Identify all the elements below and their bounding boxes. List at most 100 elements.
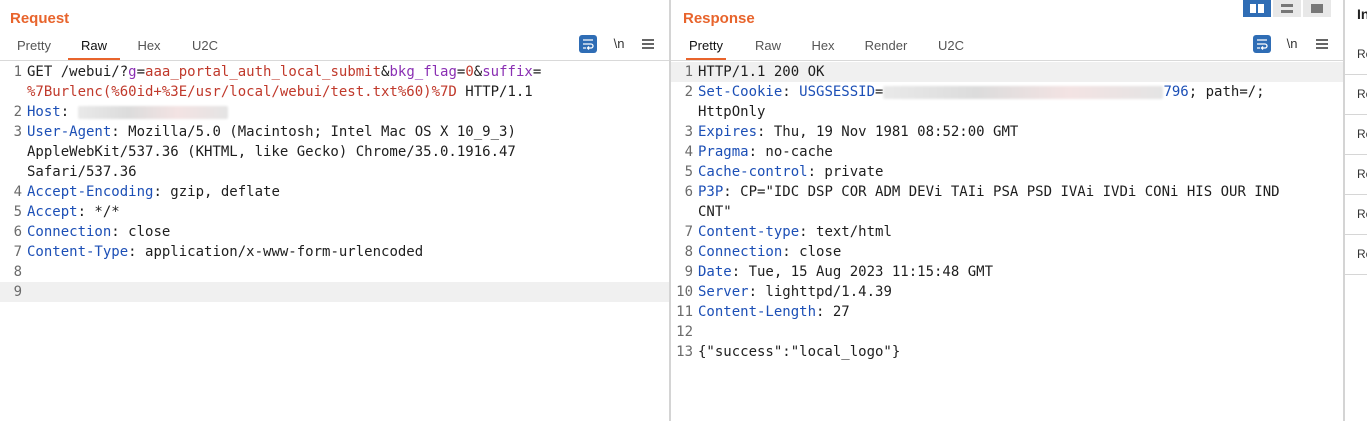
response-tab-hex[interactable]: Hex bbox=[810, 36, 836, 58]
inspector-row[interactable]: Re bbox=[1345, 35, 1367, 75]
code-line[interactable]: 7 Content-type: text/html bbox=[671, 222, 1343, 242]
code-line[interactable]: 1 GET /webui/?g=aaa_portal_auth_local_sub… bbox=[0, 62, 669, 82]
code-line[interactable]: 8 Connection: close bbox=[671, 242, 1343, 262]
show-newlines-icon[interactable]: \n bbox=[610, 35, 628, 53]
code-line[interactable]: 1 HTTP/1.1 200 OK bbox=[671, 62, 1343, 82]
request-tab-raw[interactable]: Raw bbox=[68, 36, 120, 60]
code-line[interactable]: 4 Pragma: no-cache bbox=[671, 142, 1343, 162]
code-token: : */* bbox=[77, 204, 120, 220]
inspector-title: In bbox=[1357, 6, 1367, 22]
layout-tabs-icon[interactable] bbox=[1303, 0, 1331, 17]
code-token: : text/html bbox=[799, 224, 892, 240]
code-line[interactable]: Safari/537.36 bbox=[0, 162, 669, 182]
menu-icon[interactable] bbox=[1313, 35, 1331, 53]
inspector-row[interactable]: Re bbox=[1345, 75, 1367, 115]
header-name: Accept bbox=[27, 204, 78, 220]
code-token: : close bbox=[782, 244, 842, 260]
line-number: 3 bbox=[684, 124, 693, 140]
layout-side-by-side-icon[interactable] bbox=[1243, 0, 1271, 17]
inspector-row-label: Re bbox=[1357, 247, 1367, 261]
response-tab-pretty[interactable]: Pretty bbox=[686, 36, 726, 60]
line-number: 1 bbox=[13, 64, 22, 80]
code-line[interactable]: CNT" bbox=[671, 202, 1343, 222]
line-number: 9 bbox=[13, 284, 22, 300]
request-pane: Request Pretty Raw Hex U2C \n 1 GET /webu… bbox=[0, 0, 669, 421]
code-line[interactable]: 12 bbox=[671, 322, 1343, 342]
header-name: Expires bbox=[698, 124, 758, 140]
code-line[interactable]: 4 Accept-Encoding: gzip, deflate bbox=[0, 182, 669, 202]
code-line[interactable]: AppleWebKit/537.36 (KHTML, like Gecko) C… bbox=[0, 142, 669, 162]
code-line[interactable]: 7 Content-Type: application/x-www-form-ur… bbox=[0, 242, 669, 262]
redacted-value bbox=[883, 85, 1164, 99]
response-tab-raw[interactable]: Raw bbox=[755, 36, 781, 58]
header-name: Connection bbox=[27, 224, 112, 240]
code-line[interactable]: 3 Expires: Thu, 19 Nov 1981 08:52:00 GMT bbox=[671, 122, 1343, 142]
code-text: User-Agent: Mozilla/5.0 (Macintosh; Inte… bbox=[27, 122, 516, 142]
code-text: Accept: */* bbox=[27, 202, 120, 222]
header-name: Content-Length bbox=[698, 304, 817, 320]
line-number: 7 bbox=[684, 224, 693, 240]
code-text: Cache-control: private bbox=[698, 162, 883, 182]
code-line[interactable]: 3 User-Agent: Mozilla/5.0 (Macintosh; Int… bbox=[0, 122, 669, 142]
show-newlines-icon[interactable]: \n bbox=[1283, 35, 1301, 53]
code-token: AppleWebKit/537.36 (KHTML, like Gecko) C… bbox=[27, 144, 516, 160]
code-line[interactable]: 2 Host: bbox=[0, 102, 669, 122]
request-tab-u2c[interactable]: U2C bbox=[190, 36, 220, 58]
inspector-row[interactable]: Re bbox=[1345, 235, 1367, 275]
code-line[interactable]: 6 Connection: close bbox=[0, 222, 669, 242]
menu-icon[interactable] bbox=[639, 35, 657, 53]
code-line[interactable]: HttpOnly bbox=[671, 102, 1343, 122]
code-text: GET /webui/?g=aaa_portal_auth_local_subm… bbox=[27, 62, 541, 82]
code-token: : lighttpd/1.4.39 bbox=[748, 284, 892, 300]
response-editor[interactable]: 1 HTTP/1.1 200 OK 2 Set-Cookie: USGSESSID= 7… bbox=[671, 62, 1343, 421]
code-text: Set-Cookie: USGSESSID= 796; path=/; bbox=[698, 82, 1265, 102]
code-line[interactable]: 5 Accept: */* bbox=[0, 202, 669, 222]
code-token: : 27 bbox=[816, 304, 850, 320]
code-line[interactable]: 8 bbox=[0, 262, 669, 282]
header-name: Content-type bbox=[698, 224, 800, 240]
request-editor[interactable]: 1 GET /webui/?g=aaa_portal_auth_local_sub… bbox=[0, 62, 669, 421]
word-wrap-icon[interactable] bbox=[579, 35, 597, 53]
line-number: 2 bbox=[13, 104, 22, 120]
line-number: 3 bbox=[13, 124, 22, 140]
response-tab-u2c[interactable]: U2C bbox=[936, 36, 966, 58]
inspector-row[interactable]: Re bbox=[1345, 195, 1367, 235]
layout-stacked-icon[interactable] bbox=[1273, 0, 1301, 17]
code-token: : gzip, deflate bbox=[153, 184, 280, 200]
code-text: HttpOnly bbox=[698, 102, 765, 122]
code-line[interactable]: 2 Set-Cookie: USGSESSID= 796; path=/; bbox=[671, 82, 1343, 102]
header-name: USGSESSID bbox=[799, 84, 876, 100]
header-name: Accept-Encoding bbox=[27, 184, 154, 200]
line-number: 1 bbox=[684, 64, 693, 80]
request-tab-hex[interactable]: Hex bbox=[134, 36, 164, 58]
code-line[interactable]: %7Burlenc(%60id+%3E/usr/local/webui/test… bbox=[0, 82, 669, 102]
response-pane: Response Pretty Raw Hex Render U2C \n 1H… bbox=[671, 0, 1343, 421]
inspector-row-label: Re bbox=[1357, 207, 1367, 221]
inspector-row[interactable]: Re bbox=[1345, 115, 1367, 155]
line-number: 6 bbox=[13, 224, 22, 240]
code-token: CNT" bbox=[698, 204, 732, 220]
code-text: Content-type: text/html bbox=[698, 222, 892, 242]
request-tab-pretty[interactable]: Pretty bbox=[15, 36, 53, 58]
code-text: AppleWebKit/537.36 (KHTML, like Gecko) C… bbox=[27, 142, 516, 162]
code-line[interactable]: 6 P3P: CP="IDC DSP COR ADM DEVi TAIi PSA … bbox=[671, 182, 1343, 202]
inspector-row[interactable]: Re bbox=[1345, 155, 1367, 195]
code-line[interactable]: 11 Content-Length: 27 bbox=[671, 302, 1343, 322]
line-number: 8 bbox=[13, 264, 22, 280]
line-number: 4 bbox=[13, 184, 22, 200]
code-line[interactable]: 10 Server: lighttpd/1.4.39 bbox=[671, 282, 1343, 302]
code-line[interactable]: 9 Date: Tue, 15 Aug 2023 11:15:48 GMT bbox=[671, 262, 1343, 282]
code-line[interactable]: 13 {"success":"local_logo"} bbox=[671, 342, 1343, 362]
param-name: bkg_flag bbox=[389, 64, 457, 80]
param-value: 0 bbox=[465, 64, 474, 80]
code-text: Content-Length: 27 bbox=[698, 302, 850, 322]
code-token: : Mozilla/5.0 (Macintosh; Intel Mac OS X… bbox=[111, 124, 516, 140]
code-text: CNT" bbox=[698, 202, 732, 222]
response-tab-render[interactable]: Render bbox=[863, 36, 909, 58]
param-name: suffix bbox=[482, 64, 533, 80]
code-line[interactable]: 5 Cache-control: private bbox=[671, 162, 1343, 182]
code-line[interactable]: 9 bbox=[0, 282, 669, 302]
header-name: Cache-control bbox=[698, 164, 808, 180]
header-name: Pragma bbox=[698, 144, 749, 160]
word-wrap-icon[interactable] bbox=[1253, 35, 1271, 53]
